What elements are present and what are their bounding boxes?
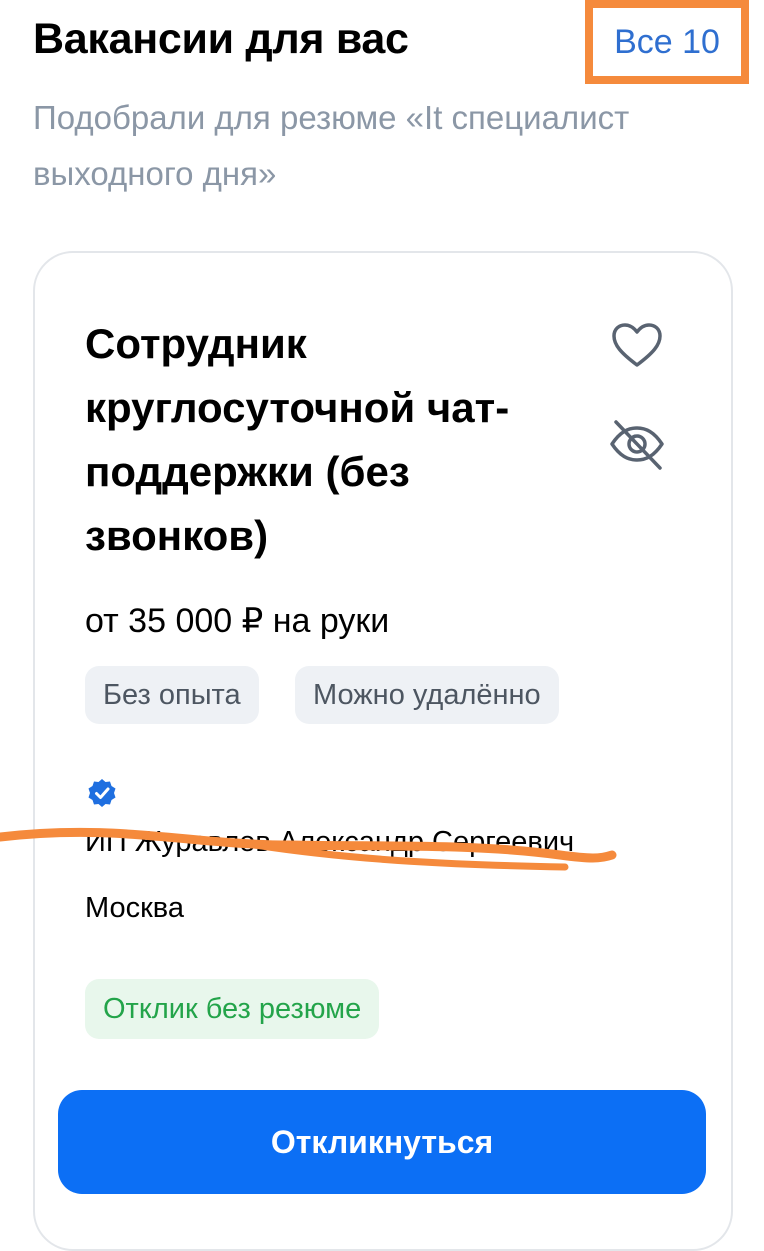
vacancy-title[interactable]: Сотрудник круглосуточной чат-поддержки (…	[85, 312, 585, 568]
all-vacancies-link[interactable]: Все 10	[585, 0, 749, 84]
salary: от 35 000 ₽ на руки	[85, 602, 390, 640]
page-subtitle: Подобрали для резюме «It специалист выхо…	[33, 99, 630, 192]
tag-remote: Можно удалённо	[295, 666, 559, 724]
respond-button[interactable]: Откликнуться	[58, 1090, 706, 1194]
vacancy-city: Москва	[85, 892, 185, 924]
heart-icon	[612, 323, 662, 367]
tag-experience: Без опыта	[85, 666, 259, 724]
verified-badge-icon	[88, 779, 116, 807]
no-resume-badge: Отклик без резюме	[85, 979, 380, 1039]
company-name[interactable]: ИП Журавлев Александр Сергеевич	[85, 822, 574, 862]
page-title: Вакансии для вас	[33, 15, 409, 63]
eye-off-icon	[610, 420, 664, 470]
favorite-button[interactable]	[607, 316, 667, 376]
hide-vacancy-button[interactable]	[607, 414, 667, 474]
